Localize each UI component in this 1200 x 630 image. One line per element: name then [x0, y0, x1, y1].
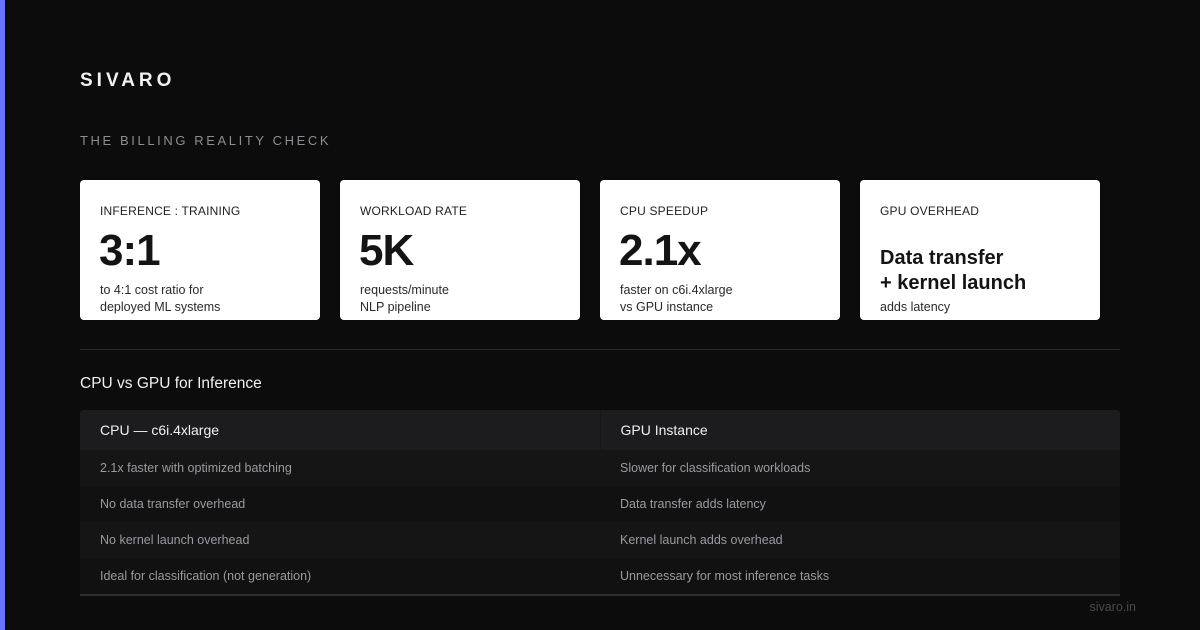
stat-card-description: adds latency [880, 300, 951, 314]
stat-cards: INFERENCE : TRAINING 3:1 to 4:1 cost rat… [80, 180, 1100, 320]
stat-card-workload-rate: WORKLOAD RATE 5K requests/minute NLP pip… [340, 180, 580, 320]
comparison-body: 2.1x faster with optimized batching Slow… [80, 450, 1120, 594]
table-cell-cpu: 2.1x faster with optimized batching [100, 461, 292, 475]
stat-card-inference-training: INFERENCE : TRAINING 3:1 to 4:1 cost rat… [80, 180, 320, 320]
table-bottom-border [80, 594, 1120, 596]
brand-logo: SIVARO [80, 70, 176, 91]
column-header-gpu: GPU Instance [620, 422, 708, 438]
table-row: No data transfer overhead Data transfer … [80, 486, 1120, 522]
stat-card-description: to 4:1 cost ratio for deployed ML system… [100, 283, 221, 314]
table-cell-gpu: Data transfer adds latency [620, 497, 766, 511]
table-cell-cpu: Ideal for classification (not generation… [100, 569, 312, 583]
comparison-title: CPU vs GPU for Inference [80, 375, 262, 392]
table-cell-cpu: No data transfer overhead [100, 497, 246, 511]
table-cell-gpu: Slower for classification workloads [620, 461, 811, 475]
comparison-header-row: CPU — c6i.4xlarge GPU Instance [80, 410, 1120, 450]
stat-card-label: INFERENCE : TRAINING [100, 204, 241, 218]
stat-card-label: WORKLOAD RATE [360, 204, 468, 218]
footer-url: sivaro.in [1089, 600, 1136, 614]
column-header-cpu: CPU — c6i.4xlarge [80, 410, 601, 450]
stat-card-value: 2.1x [619, 226, 702, 275]
table-cell-cpu: No kernel launch overhead [100, 533, 250, 547]
section-divider [80, 349, 1120, 350]
comparison-table: CPU — c6i.4xlarge GPU Instance 2.1x fast… [80, 410, 1120, 594]
stat-card-value: Data transfer + kernel launch [880, 247, 1027, 294]
table-cell-gpu: Kernel launch adds overhead [620, 533, 783, 547]
table-row: Ideal for classification (not generation… [80, 558, 1120, 594]
table-row: No kernel launch overhead Kernel launch … [80, 522, 1120, 558]
accent-bar [0, 0, 5, 630]
stat-card-value: 5K [359, 226, 414, 275]
stat-card-cpu-speedup: CPU SPEEDUP 2.1x faster on c6i.4xlarge v… [600, 180, 840, 320]
stat-card-gpu-overhead: GPU OVERHEAD Data transfer + kernel laun… [860, 180, 1100, 320]
table-cell-gpu: Unnecessary for most inference tasks [620, 569, 830, 583]
stat-card-label: GPU OVERHEAD [880, 204, 980, 218]
stat-card-description: requests/minute NLP pipeline [360, 283, 449, 314]
stat-card-description: faster on c6i.4xlarge vs GPU instance [620, 283, 733, 314]
stat-card-value: 3:1 [99, 226, 161, 275]
stat-card-label: CPU SPEEDUP [620, 204, 709, 218]
page-subtitle: THE BILLING REALITY CHECK [80, 133, 332, 148]
table-row: 2.1x faster with optimized batching Slow… [80, 450, 1120, 486]
